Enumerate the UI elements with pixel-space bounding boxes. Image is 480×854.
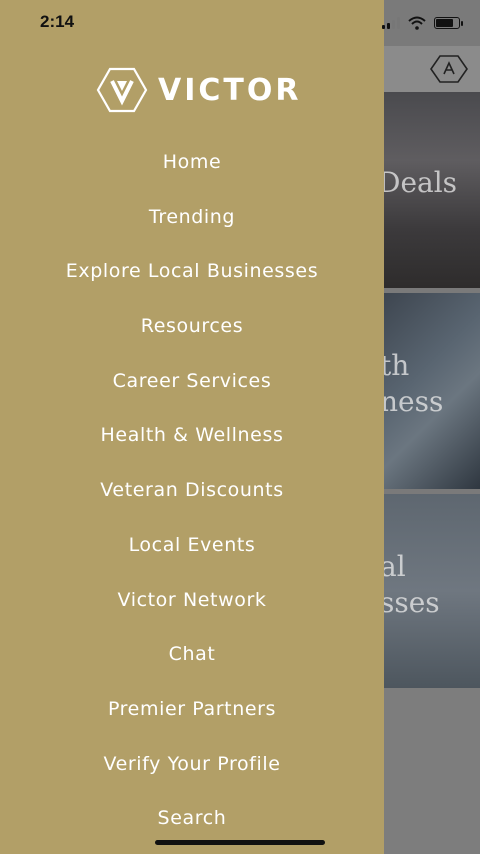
home-indicator xyxy=(155,840,325,845)
health-card-title-line1: th xyxy=(384,349,410,382)
deals-card-title: Deals xyxy=(384,166,458,199)
brand-name: VICTOR xyxy=(158,72,302,108)
menu-item-career-services[interactable]: Career Services xyxy=(0,354,384,409)
menu-item-premier-partners[interactable]: Premier Partners xyxy=(0,682,384,737)
health-card-title-line2: ness xyxy=(384,385,444,418)
wifi-icon xyxy=(408,16,426,30)
battery-level xyxy=(436,19,453,27)
drawer-brand: VICTOR xyxy=(96,66,301,114)
menu-item-trending[interactable]: Trending xyxy=(0,190,384,245)
navigation-drawer: VICTOR Home Trending Explore Local Busin… xyxy=(0,0,384,854)
menu-item-chat[interactable]: Chat xyxy=(0,627,384,682)
drawer-menu: Home Trending Explore Local Businesses R… xyxy=(0,135,384,846)
menu-item-resources[interactable]: Resources xyxy=(0,299,384,354)
local-businesses-card-title-line1: al xyxy=(384,550,406,583)
victor-shield-logo-icon xyxy=(96,67,148,113)
menu-item-veteran-discounts[interactable]: Veteran Discounts xyxy=(0,463,384,518)
menu-item-search[interactable]: Search xyxy=(0,791,384,846)
menu-item-local-events[interactable]: Local Events xyxy=(0,518,384,573)
battery-icon xyxy=(434,17,463,29)
menu-item-home[interactable]: Home xyxy=(0,135,384,190)
deals-card[interactable]: Deals xyxy=(384,92,480,288)
background-empty-area xyxy=(384,688,480,854)
health-card[interactable]: th ness xyxy=(384,293,480,489)
menu-item-health-wellness[interactable]: Health & Wellness xyxy=(0,408,384,463)
status-time: 2:14 xyxy=(40,12,75,31)
status-icons xyxy=(382,15,463,31)
cellular-signal-icon xyxy=(382,17,400,29)
menu-item-verify-your-profile[interactable]: Verify Your Profile xyxy=(0,737,384,792)
status-bar: 2:14 xyxy=(0,0,480,46)
local-businesses-card-title-line2: sses xyxy=(384,586,440,619)
menu-item-victor-network[interactable]: Victor Network xyxy=(0,573,384,628)
victor-header-logo-icon[interactable] xyxy=(430,54,468,84)
local-businesses-card[interactable]: al sses xyxy=(384,494,480,688)
menu-item-explore-local-businesses[interactable]: Explore Local Businesses xyxy=(0,244,384,299)
